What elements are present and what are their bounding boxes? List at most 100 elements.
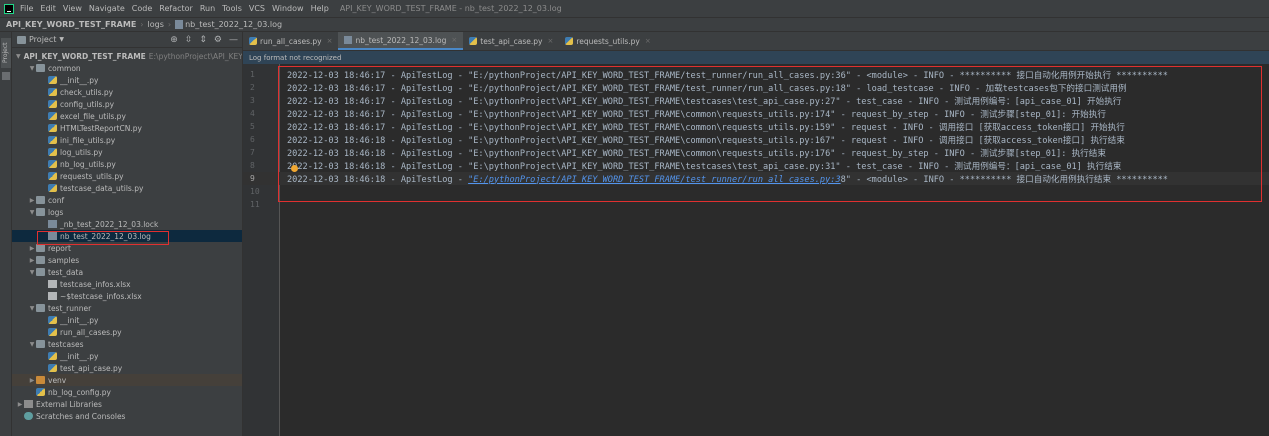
tree-item[interactable]: nb_test_2022_12_03.log — [12, 230, 242, 242]
tree-item-label: logs — [48, 207, 64, 217]
tree-item[interactable]: ~$testcase_infos.xlsx — [12, 290, 242, 302]
folder-icon — [36, 64, 45, 72]
tree-item[interactable]: ▼ common — [12, 62, 242, 74]
tree-item[interactable]: testcase_data_utils.py — [12, 182, 242, 194]
tree-item-label: check_utils.py — [60, 87, 114, 97]
chevron-right-icon[interactable]: ▶ — [28, 377, 36, 384]
project-panel: Project ▼ ⊕ ⇳ ⇕ ⚙ — ▼ API_KEY_WORD_TEST_… — [12, 32, 243, 436]
tree-items: ▼ common __init__.py check_utils.py config_u… — [12, 62, 242, 422]
tree-item[interactable]: ▼ test_data — [12, 266, 242, 278]
code-line[interactable]: 6 2022-12-03 18:46:18 - ApiTestLog - "E:\… — [243, 133, 1269, 146]
gear-icon[interactable]: ⚙ — [214, 35, 222, 45]
code-line[interactable]: 9 2022-12-03 18:46:18 - ApiTestLog - "E:/… — [243, 172, 1269, 185]
python-file-icon — [249, 37, 257, 45]
hide-panel-icon[interactable]: — — [229, 35, 238, 45]
breadcrumb-file[interactable]: nb_test_2022_12_03.log — [185, 20, 282, 29]
menu-item-code[interactable]: Code — [132, 4, 152, 13]
code-line[interactable]: 8 2022-12-03 18:46:18 - ApiTestLog - "E:\… — [243, 159, 1269, 172]
tree-item[interactable]: Scratches and Consoles — [12, 410, 242, 422]
chevron-right-icon[interactable]: ▶ — [28, 257, 36, 264]
tree-item-label: conf — [48, 195, 65, 205]
tree-root[interactable]: ▼ API_KEY_WORD_TEST_FRAME E:\pythonProje… — [12, 50, 242, 62]
chevron-down-icon[interactable]: ▼ — [28, 269, 36, 276]
file-link[interactable]: "E:/pythonProject/API_KEY_WORD_TEST_FRAM… — [468, 175, 841, 185]
tree-item[interactable]: requests_utils.py — [12, 170, 242, 182]
chevron-down-icon[interactable]: ▼ — [16, 53, 21, 60]
locate-icon[interactable]: ⊕ — [170, 35, 178, 45]
menu-item-navigate[interactable]: Navigate — [89, 4, 125, 13]
tree-item[interactable]: __init__.py — [12, 314, 242, 326]
chevron-down-icon[interactable]: ▼ — [28, 65, 36, 72]
menu-item-run[interactable]: Run — [200, 4, 215, 13]
code-area[interactable]: 1 2022-12-03 18:46:17 - ApiTestLog - "E:/… — [243, 64, 1269, 436]
chevron-down-icon[interactable]: ▼ — [28, 341, 36, 348]
menu-item-refactor[interactable]: Refactor — [159, 4, 193, 13]
menu-item-help[interactable]: Help — [311, 4, 329, 13]
tree-item[interactable]: ▶ report — [12, 242, 242, 254]
tree-item-label: testcase_infos.xlsx — [60, 279, 131, 289]
close-icon[interactable]: × — [327, 37, 333, 45]
tree-item[interactable]: _nb_test_2022_12_03.lock — [12, 218, 242, 230]
tree-item[interactable]: ▼ testcases — [12, 338, 242, 350]
tree-item[interactable]: ▼ test_runner — [12, 302, 242, 314]
menu-item-tools[interactable]: Tools — [222, 4, 242, 13]
tree-item[interactable]: config_utils.py — [12, 98, 242, 110]
tree-item[interactable]: run_all_cases.py — [12, 326, 242, 338]
code-line[interactable]: 4 2022-12-03 18:46:17 - ApiTestLog - "E:\… — [243, 107, 1269, 120]
tree-item[interactable]: ▶ conf — [12, 194, 242, 206]
code-line[interactable]: 5 2022-12-03 18:46:17 - ApiTestLog - "E:\… — [243, 120, 1269, 133]
collapse-all-icon[interactable]: ⇕ — [199, 35, 207, 45]
editor-tab[interactable]: run_all_cases.py × — [243, 32, 338, 50]
menu-item-file[interactable]: File — [20, 4, 33, 13]
tree-item[interactable]: check_utils.py — [12, 86, 242, 98]
menu-item-edit[interactable]: Edit — [40, 4, 56, 13]
tree-item[interactable]: test_api_case.py — [12, 362, 242, 374]
code-line[interactable]: 7 2022-12-03 18:46:18 - ApiTestLog - "E:\… — [243, 146, 1269, 159]
folder-icon — [36, 256, 45, 264]
tree-item[interactable]: excel_file_utils.py — [12, 110, 242, 122]
menu-item-window[interactable]: Window — [272, 4, 304, 13]
close-icon[interactable]: × — [645, 37, 651, 45]
tree-item[interactable]: ▶ venv — [12, 374, 242, 386]
editor-tab[interactable]: test_api_case.py × — [463, 32, 559, 50]
chevron-right-icon[interactable]: ▶ — [16, 401, 24, 408]
project-tool-window-button[interactable]: Project — [1, 38, 11, 68]
close-icon[interactable]: × — [451, 36, 457, 44]
chevron-right-icon[interactable]: ▶ — [28, 245, 36, 252]
tree-item-label: testcases — [48, 339, 84, 349]
tree-item[interactable]: __init__.py — [12, 74, 242, 86]
tree-item[interactable]: nb_log_utils.py — [12, 158, 242, 170]
chevron-down-icon[interactable]: ▼ — [59, 36, 64, 43]
tree-item[interactable]: testcase_infos.xlsx — [12, 278, 242, 290]
breadcrumb-project[interactable]: API_KEY_WORD_TEST_FRAME — [6, 20, 136, 29]
tree-item[interactable]: ▶ External Libraries — [12, 398, 242, 410]
chevron-right-icon[interactable]: ▶ — [28, 197, 36, 204]
code-line[interactable]: 2 2022-12-03 18:46:17 - ApiTestLog - "E:/… — [243, 81, 1269, 94]
code-line[interactable]: 10 — [243, 185, 1269, 198]
intention-bulb-icon[interactable] — [291, 165, 298, 172]
code-line[interactable]: 11 — [243, 198, 1269, 211]
chevron-down-icon[interactable]: ▼ — [28, 209, 36, 216]
folder-icon — [36, 376, 45, 384]
code-line[interactable]: 1 2022-12-03 18:46:17 - ApiTestLog - "E:/… — [243, 68, 1269, 81]
close-icon[interactable]: × — [547, 37, 553, 45]
tree-item[interactable]: nb_log_config.py — [12, 386, 242, 398]
project-panel-title[interactable]: Project — [29, 35, 56, 44]
editor-tab[interactable]: requests_utils.py × — [559, 32, 656, 50]
menu-bar: File Edit View Navigate Code Refactor Run Tools… — [0, 0, 1269, 17]
expand-all-icon[interactable]: ⇳ — [185, 35, 193, 45]
structure-tool-icon[interactable] — [2, 72, 10, 80]
code-line[interactable]: 3 2022-12-03 18:46:17 - ApiTestLog - "E:\… — [243, 94, 1269, 107]
tree-item[interactable]: __init__.py — [12, 350, 242, 362]
menu-item-view[interactable]: View — [63, 4, 82, 13]
breadcrumb-folder[interactable]: logs — [148, 20, 164, 29]
chevron-down-icon[interactable]: ▼ — [28, 305, 36, 312]
tree-item-label: nb_log_utils.py — [60, 159, 116, 169]
editor-tab[interactable]: nb_test_2022_12_03.log × — [338, 32, 464, 50]
tree-item[interactable]: ▶ samples — [12, 254, 242, 266]
tree-item[interactable]: ini_file_utils.py — [12, 134, 242, 146]
tree-item[interactable]: ▼ logs — [12, 206, 242, 218]
menu-item-vcs[interactable]: VCS — [249, 4, 265, 13]
tree-item[interactable]: log_utils.py — [12, 146, 242, 158]
tree-item[interactable]: HTMLTestReportCN.py — [12, 122, 242, 134]
